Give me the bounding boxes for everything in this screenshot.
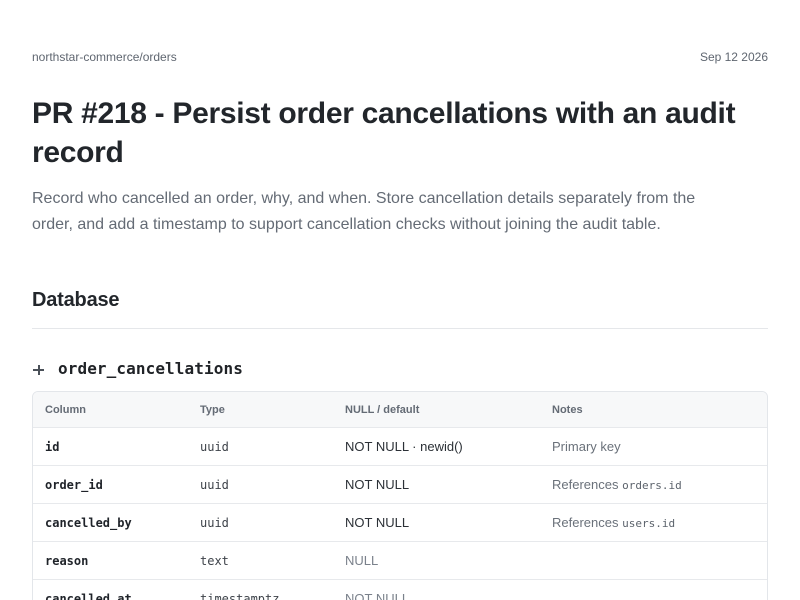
column-type: timestamptz	[200, 591, 280, 600]
notes-code: users.id	[622, 517, 676, 530]
null-default-header: NULL / default	[345, 403, 420, 416]
table-name: order_cancellations	[58, 359, 243, 378]
null-default: NOT NULL	[345, 591, 410, 600]
table-row: reason text NULL	[33, 541, 767, 579]
null-default: NOT NULL · newid()	[345, 439, 463, 454]
type-header: Type	[200, 403, 225, 416]
plus-icon	[32, 363, 46, 377]
notes-text: References	[552, 515, 619, 530]
pr-document-page: northstar-commerce/orders Sep 12 2026 PR…	[0, 0, 800, 600]
table-row: id uuid NOT NULL · newid() Primary key	[33, 427, 767, 465]
null-default: NOT NULL	[345, 515, 410, 530]
database-section-title: Database	[32, 289, 120, 311]
column-type: text	[200, 553, 229, 568]
null-default: NULL	[345, 553, 379, 568]
notes-cell: Primary key	[540, 439, 767, 454]
notes-header: Notes	[552, 403, 583, 416]
section-divider	[32, 328, 768, 329]
column-name: order_id	[45, 477, 103, 492]
column-name: cancelled_by	[45, 515, 132, 530]
date-label: Sep 12 2026	[699, 50, 768, 64]
pr-title: PR #218 - Persist order cancellations wi…	[32, 97, 736, 169]
table-header-row: Column Type NULL / default Notes	[33, 392, 767, 427]
notes-cell: References orders.id	[540, 477, 767, 492]
column-header: Column	[45, 403, 86, 416]
column-name: id	[45, 439, 60, 454]
null-default: NOT NULL	[345, 477, 410, 492]
column-type: uuid	[200, 515, 229, 530]
table-row: order_id uuid NOT NULL References orders…	[33, 465, 767, 503]
notes-text: References	[552, 477, 619, 492]
table-heading: order_cancellations	[32, 359, 243, 378]
pr-description: Record who cancelled an order, why, and …	[32, 190, 696, 233]
column-name: cancelled_at	[45, 591, 132, 600]
column-name: reason	[45, 553, 89, 568]
repository-path: northstar-commerce/orders	[32, 50, 177, 64]
column-type: uuid	[200, 477, 229, 492]
notes-code: orders.id	[622, 479, 682, 492]
notes-cell: References users.id	[540, 515, 767, 530]
page-header: northstar-commerce/orders Sep 12 2026	[32, 50, 768, 64]
schema-table: Column Type NULL / default Notes id uuid…	[32, 391, 768, 600]
table-row: cancelled_by uuid NOT NULL References us…	[33, 503, 767, 541]
notes-text: Primary key	[552, 439, 621, 454]
table-row: cancelled_at timestamptz NOT NULL	[33, 579, 767, 600]
column-type: uuid	[200, 439, 229, 454]
